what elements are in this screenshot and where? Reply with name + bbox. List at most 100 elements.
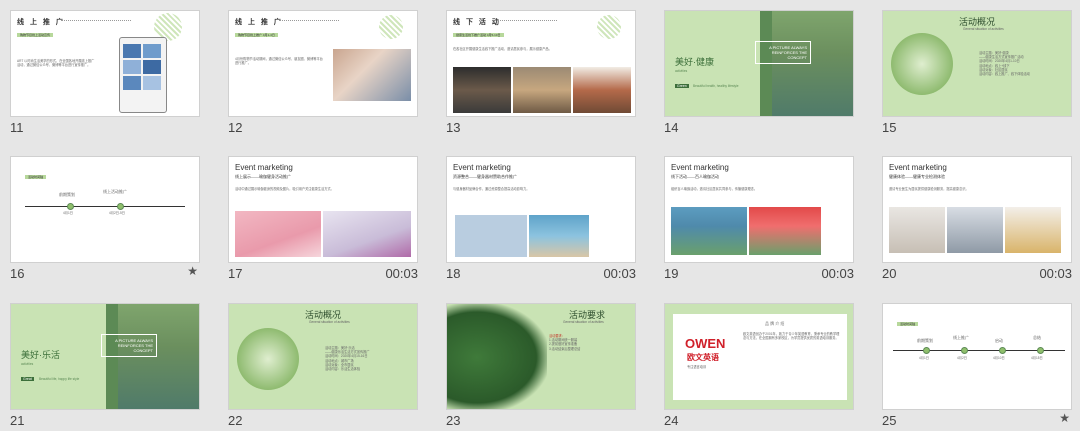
slide-thumbnail[interactable]: 美好·乐活 activities Great Beautiful life, h… <box>10 303 200 410</box>
slide-duration: 00:03 <box>603 266 636 281</box>
body-text: 组织百人瑜伽活动，邀请社区居民共同参与，传播健康理念。 <box>671 187 758 191</box>
slide-thumbnail[interactable]: 活动要求 General situation of activities 活动要… <box>446 303 636 410</box>
slide-thumbnail[interactable]: 线 上 推 广 购物节目线上推广 4月1-4日 4月份购物节活动期间，通过微信公… <box>228 10 418 117</box>
slide-13[interactable]: 线 下 活 动 健康生活线下推广活动 4月5-10日 在各社区开展健康生活线下推… <box>446 10 636 135</box>
timeline-label: 线上活动推广 <box>103 189 127 194</box>
slide-22[interactable]: 活动概况 General situation of activities 活动主… <box>228 303 418 428</box>
slide-11[interactable]: 线 上 推 广 购物节目线上活动宣传 ART 以时尚生活美学的形式，在全国各地开… <box>10 10 200 135</box>
slide-14[interactable]: 美好·健康 activities Green Beautiful health,… <box>664 10 854 135</box>
body-text: ART 以时尚生活美学的形式，在全国各地开展线上推广活动，通过微信公众号、微博等… <box>17 59 95 68</box>
timeline-label: 前期策划 <box>917 338 933 343</box>
slide-subtitle: General situation of activities <box>309 320 350 324</box>
slide-thumbnail[interactable]: 活动时间轴 前期策划 线上推广 启动 总结 4月1日 4月2日 4月10日 4月… <box>882 303 1072 410</box>
dark-green-bar <box>106 304 118 409</box>
brand-logo: OWEN <box>685 336 726 351</box>
slide-thumbnail[interactable]: 活动概况 General situation of activities 活动主… <box>882 10 1072 117</box>
slide-thumbnail[interactable]: Event marketing 线上展示——瑜伽健身活动推广 活动中通过展示瑜伽… <box>228 156 418 263</box>
exhibit-photo-2 <box>513 67 571 113</box>
slide-25[interactable]: 活动时间轴 前期策划 线上推广 启动 总结 4月1日 4月2日 4月10日 4月… <box>882 303 1072 428</box>
monstera-leaf-photo <box>447 304 547 409</box>
health-check-photo-3 <box>1005 207 1061 253</box>
slide-duration: 00:03 <box>1039 266 1072 281</box>
yoga-pose-photo <box>323 211 411 257</box>
body-text: 与健身器材品牌合作，通过资源整合提高活动影响力。 <box>453 187 530 191</box>
slide-17[interactable]: Event marketing 线上展示——瑜伽健身活动推广 活动中通过展示瑜伽… <box>228 156 418 281</box>
group-yoga-photo-2 <box>749 207 821 255</box>
slide-15[interactable]: 活动概况 General situation of activities 活动主… <box>882 10 1072 135</box>
slide-12[interactable]: 线 上 推 广 购物节目线上推广 4月1-4日 4月份购物节活动期间，通过微信公… <box>228 10 418 135</box>
requirement-list: 活动要求： 1.活动期间统一服装 2.提前做好宣传准备 3.活动结束后整理总结 <box>549 334 635 351</box>
slide-number: 17 <box>228 266 243 281</box>
slide-number: 16 <box>10 266 25 281</box>
slide-thumbnail[interactable]: Event marketing 资源整合——健身器材赞助合作推广 与健身器材品牌… <box>446 156 636 263</box>
transition-star-icon: ★ <box>1059 411 1070 425</box>
requirement-line: 3.活动结束后整理总结 <box>549 346 581 351</box>
slide-24[interactable]: OWEN 欧文英语 专注语言培训 品 牌 介 绍 欧文英语创办于2001年，致力… <box>664 303 854 428</box>
slide-subtitle: activities <box>21 362 34 366</box>
slide-subtitle: 线下活动——百人瑜伽活动 <box>671 174 719 179</box>
slide-thumbnail[interactable]: 活动时间轴 前期策划 线上活动推广 4月1日 4月2日-5日 <box>10 156 200 263</box>
slide-thumbnail[interactable]: 线 上 推 广 购物节目线上活动宣传 ART 以时尚生活美学的形式，在全国各地开… <box>10 10 200 117</box>
slide-thumbnail[interactable]: OWEN 欧文英语 专注语言培训 品 牌 介 绍 欧文英语创办于2001年，致力… <box>664 303 854 410</box>
timeline-dot <box>1037 347 1044 354</box>
slide-thumbnail[interactable]: 美好·健康 activities Green Beautiful health,… <box>664 10 854 117</box>
slide-number: 15 <box>882 120 897 135</box>
slide-number: 20 <box>882 266 897 281</box>
timeline-line <box>25 206 185 207</box>
info-box <box>455 215 527 257</box>
slide-number: 12 <box>228 120 243 135</box>
slide-duration: 00:03 <box>385 266 418 281</box>
detail-line: 活动内容：乐活生活体验 <box>325 367 361 372</box>
slide-19[interactable]: Event marketing 线下活动——百人瑜伽活动 组织百人瑜伽活动，邀请… <box>664 156 854 281</box>
subtitle-pill: 健康生活线下推广活动 4月5-10日 <box>453 33 504 37</box>
slide-thumbnail[interactable]: Event marketing 线下活动——百人瑜伽活动 组织百人瑜伽活动，邀请… <box>664 156 854 263</box>
timeline-dot <box>117 203 124 210</box>
health-check-photo-2 <box>947 207 1003 253</box>
slide-title: 线 下 活 动 <box>453 19 501 26</box>
brand-tagline: 专注语言培训 <box>687 365 707 369</box>
slide-23[interactable]: 活动要求 General situation of activities 活动要… <box>446 303 636 428</box>
tag-label: Great <box>21 377 34 381</box>
slide-18[interactable]: Event marketing 资源整合——健身器材赞助合作推广 与健身器材品牌… <box>446 156 636 281</box>
slide-title: 线 上 推 广 <box>235 19 283 26</box>
slide-number: 21 <box>10 413 25 428</box>
exhibit-photo-3 <box>573 67 631 113</box>
tagline: Beautiful health, healthy lifestyle <box>693 84 739 88</box>
body-text: 欧文英语创办于2001年，致力于青少年英语教育，秉承专业的教学理念与方法，在全国… <box>743 332 840 341</box>
timeline-date: 4月10日 <box>993 356 1005 360</box>
concept-box: A PICTURE ALWAYS REINFORCES THE CONCEPT <box>755 41 811 64</box>
yoga-mat-photo <box>235 211 321 257</box>
content-card: OWEN 欧文英语 专注语言培训 品 牌 介 绍 欧文英语创办于2001年，致力… <box>673 314 847 400</box>
slide-number: 14 <box>664 120 679 135</box>
timeline-label: 线上推广 <box>953 335 969 340</box>
detail-list: 活动主题：美好·乐活 ——健康乐活生活方式宣传推广 活动时间：2020年4月15… <box>325 346 415 371</box>
slide-subtitle: 资源整合——健身器材赞助合作推广 <box>453 174 517 179</box>
concept-box: A PICTURE ALWAYS REINFORCES THE CONCEPT <box>101 334 157 357</box>
body-text: 活动中通过展示瑜伽健身的视频及图片，吸引用户关注健康生活方式。 <box>235 187 334 191</box>
phone-mockup <box>119 37 167 113</box>
slide-thumbnail[interactable]: Event marketing 健康体验——健康专业检测体验 邀请专业医生为居民… <box>882 156 1072 263</box>
health-check-photo-1 <box>889 207 945 253</box>
slide-thumbnail[interactable]: 线 下 活 动 健康生活线下推广活动 4月5-10日 在各社区开展健康生活线下推… <box>446 10 636 117</box>
dotted-divider <box>279 20 339 21</box>
slide-subtitle: 健康体验——健康专业检测体验 <box>889 174 945 179</box>
slide-number: 13 <box>446 120 461 135</box>
timeline-dot <box>999 347 1006 354</box>
timeline-date: 4月2日-5日 <box>109 211 125 215</box>
timeline-dot <box>67 203 74 210</box>
slide-title: Event marketing <box>235 163 293 172</box>
slide-title: 线 上 推 广 <box>17 19 65 26</box>
subtitle-pill: 购物节目线上活动宣传 <box>17 33 54 37</box>
timeline-date: 4月1日 <box>919 356 929 360</box>
slide-subtitle: General situation of activities <box>563 320 604 324</box>
brand-logo-cn: 欧文英语 <box>687 353 719 362</box>
body-text: 4月份购物节活动期间，通过微信公众号、朋友圈、微博等平台进行推广。 <box>235 57 323 66</box>
slide-number: 18 <box>446 266 461 281</box>
slide-20[interactable]: Event marketing 健康体验——健康专业检测体验 邀请专业医生为居民… <box>882 156 1072 281</box>
slide-thumbnail[interactable]: 活动概况 General situation of activities 活动主… <box>228 303 418 410</box>
timeline-label: 启动 <box>995 338 1003 343</box>
slide-16[interactable]: 活动时间轴 前期策划 线上活动推广 4月1日 4月2日-5日 16 ★ <box>10 156 200 281</box>
slide-title: 美好·健康 <box>675 57 714 67</box>
slide-number: 25 <box>882 413 897 428</box>
slide-21[interactable]: 美好·乐活 activities Great Beautiful life, h… <box>10 303 200 428</box>
